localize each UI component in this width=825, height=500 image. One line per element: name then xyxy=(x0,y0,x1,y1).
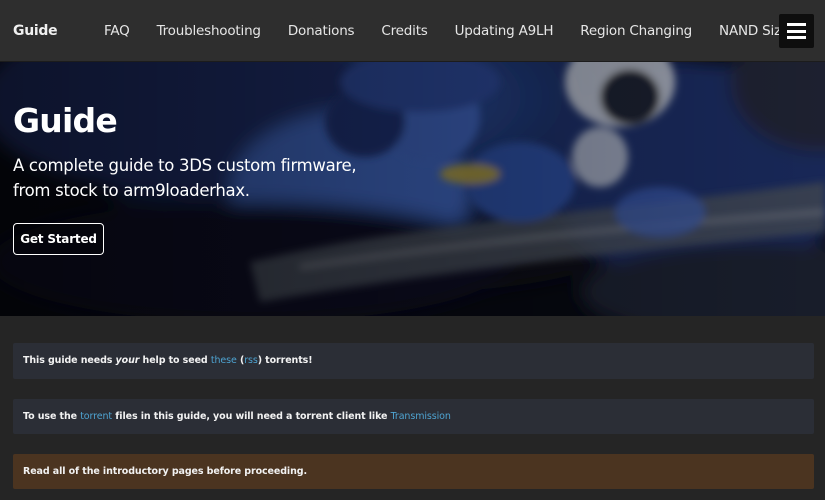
notice-text: files in this guide, you will need a tor… xyxy=(112,411,391,422)
hero-tagline-line-1: A complete guide to 3DS custom firmware, xyxy=(13,156,357,175)
nav-troubleshooting[interactable]: Troubleshooting xyxy=(157,23,261,39)
nav-credits[interactable]: Credits xyxy=(381,23,427,39)
top-navbar: Guide FAQ Troubleshooting Donations Cred… xyxy=(0,0,825,62)
nav-region-changing[interactable]: Region Changing xyxy=(580,23,692,39)
these-link[interactable]: these xyxy=(211,355,237,366)
hero-tagline-line-2: from stock to arm9loaderhax. xyxy=(13,181,250,200)
nav-updating-a9lh[interactable]: Updating A9LH xyxy=(455,23,554,39)
rss-link[interactable]: rss xyxy=(244,355,258,366)
get-started-button[interactable]: Get Started xyxy=(13,223,104,255)
intro-pages-warning: Read all of the introductory pages befor… xyxy=(13,454,814,489)
notice-emphasis: your xyxy=(115,355,140,366)
notice-text: To use the xyxy=(23,411,81,422)
site-title-link[interactable]: Guide xyxy=(13,23,58,39)
hero-tagline: A complete guide to 3DS custom firmware,… xyxy=(13,153,373,203)
hero-section: Guide A complete guide to 3DS custom fir… xyxy=(0,62,825,316)
nav-donations[interactable]: Donations xyxy=(288,23,355,39)
seed-torrents-notice: This guide needs your help to seed these… xyxy=(13,343,814,379)
torrent-client-notice: To use the torrent files in this guide, … xyxy=(13,399,814,434)
hamburger-menu-icon[interactable] xyxy=(779,14,814,48)
torrent-link[interactable]: torrent xyxy=(80,411,112,422)
nav-faq[interactable]: FAQ xyxy=(104,23,130,39)
warning-text: Read all of the introductory pages befor… xyxy=(23,466,307,477)
menu-bar-top xyxy=(787,23,806,26)
hero-title: Guide xyxy=(13,101,118,140)
menu-bar-middle xyxy=(787,29,806,33)
main-nav: FAQ Troubleshooting Donations Credits Up… xyxy=(104,23,789,39)
transmission-link[interactable]: Transmission xyxy=(391,411,451,422)
notice-text: This guide needs xyxy=(23,355,116,366)
notice-text: torrents! xyxy=(261,355,313,366)
notice-text: help to seed xyxy=(139,355,211,366)
menu-bar-bottom xyxy=(787,36,806,39)
